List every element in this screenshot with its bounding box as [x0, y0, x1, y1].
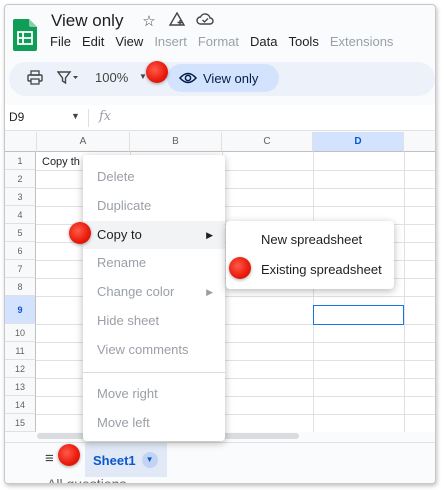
column-header-b[interactable]: B [130, 132, 222, 152]
row-header[interactable]: 3 [5, 188, 36, 206]
row-header[interactable]: 13 [5, 378, 36, 396]
submenu-arrow-icon: ▶ [206, 230, 213, 240]
star-icon[interactable]: ☆ [139, 12, 159, 31]
row-header[interactable]: 5 [5, 224, 36, 242]
sheet-tab-chevron-down-icon[interactable]: ▼ [141, 452, 158, 468]
annotation-dot [69, 222, 91, 244]
row-header[interactable]: 14 [5, 396, 36, 414]
column-header-e[interactable] [404, 132, 435, 152]
menu-extensions: Extensions [329, 34, 394, 49]
title-icons: ☆ [139, 11, 215, 31]
gridline [313, 152, 314, 432]
menu-tools[interactable]: Tools [288, 34, 318, 49]
row-header[interactable]: 1 [5, 152, 36, 170]
submenu-arrow-icon: ▶ [206, 287, 213, 297]
sheets-logo-icon[interactable] [13, 19, 37, 51]
formula-bar: D9 ▼ fx [5, 105, 435, 131]
filter-icon[interactable] [56, 70, 79, 88]
sheet-tab-sheet1[interactable]: Sheet1 ▼ [85, 443, 167, 477]
row-header[interactable]: 6 [5, 242, 36, 260]
annotation-dot [146, 61, 168, 83]
sheet-context-menu: Delete Duplicate Copy to ▶ Rename Change … [83, 155, 225, 441]
eye-icon [179, 72, 197, 84]
row-header[interactable]: 2 [5, 170, 36, 188]
submenu-item-existing-spreadsheet[interactable]: Existing spreadsheet [226, 255, 394, 285]
gridline [404, 152, 405, 432]
menu-edit[interactable]: Edit [82, 34, 104, 49]
fx-icon: fx [99, 109, 112, 124]
name-box-chevron-icon[interactable]: ▼ [71, 111, 80, 121]
row-header[interactable]: 7 [5, 260, 36, 278]
view-only-label: View only [203, 70, 259, 86]
menu-format: Format [197, 34, 239, 49]
move-to-drive-icon[interactable] [167, 11, 187, 31]
menu-item-duplicate: Duplicate [97, 198, 152, 213]
column-header-d[interactable]: D [313, 132, 404, 152]
annotation-dot [58, 444, 80, 466]
view-only-button[interactable]: View only [167, 64, 279, 92]
all-sheets-menu-icon[interactable]: ≡ [45, 450, 54, 467]
row-header[interactable]: 12 [5, 360, 36, 378]
column-header-c[interactable]: C [222, 132, 313, 152]
menu-bar: File Edit View Insert Format Data Tools … [50, 34, 404, 49]
toolbar: 100% ▼ View only [9, 62, 435, 96]
zoom-select[interactable]: 100% [95, 70, 128, 85]
row-header[interactable]: 11 [5, 342, 36, 360]
print-icon[interactable] [27, 70, 43, 88]
column-header-a[interactable]: A [37, 132, 130, 152]
cloud-status-icon[interactable] [195, 12, 215, 31]
menu-file[interactable]: File [50, 34, 71, 49]
menu-insert: Insert [154, 34, 187, 49]
menu-divider [83, 372, 225, 373]
menu-item-move-left: Move left [97, 415, 150, 430]
row-header[interactable]: 10 [5, 324, 36, 342]
menu-item-view-comments: View comments [97, 342, 189, 357]
sheets-window: View only ☆ File Edit View Insert Format… [4, 4, 436, 484]
document-title[interactable]: View only [51, 11, 123, 31]
selected-cell-d9[interactable] [313, 305, 404, 325]
row-header[interactable]: 15 [5, 414, 36, 432]
menu-data[interactable]: Data [250, 34, 277, 49]
divider [88, 109, 89, 127]
submenu-item-new-spreadsheet[interactable]: New spreadsheet [226, 225, 394, 255]
sheet-tab-label: Sheet1 [93, 452, 136, 468]
copy-to-submenu: New spreadsheet Existing spreadsheet [226, 221, 394, 289]
menu-view[interactable]: View [115, 34, 143, 49]
select-all-corner[interactable] [5, 132, 37, 152]
menu-item-move-right: Move right [97, 386, 158, 401]
menu-item-copy-to[interactable]: Copy to ▶ [83, 221, 225, 249]
row-header-selected[interactable]: 9 [5, 296, 36, 324]
name-box[interactable]: D9 [9, 110, 24, 124]
menu-item-delete: Delete [97, 169, 135, 184]
menu-item-change-color: Change color ▶ [83, 278, 225, 306]
row-header[interactable]: 8 [5, 278, 36, 296]
clipped-text: All questions [47, 476, 127, 484]
menu-item-hide-sheet: Hide sheet [97, 313, 160, 328]
menu-item-rename: Rename [97, 255, 147, 270]
cell-a1[interactable]: Copy th [42, 156, 80, 168]
annotation-dot [229, 257, 251, 279]
row-header[interactable]: 4 [5, 206, 36, 224]
